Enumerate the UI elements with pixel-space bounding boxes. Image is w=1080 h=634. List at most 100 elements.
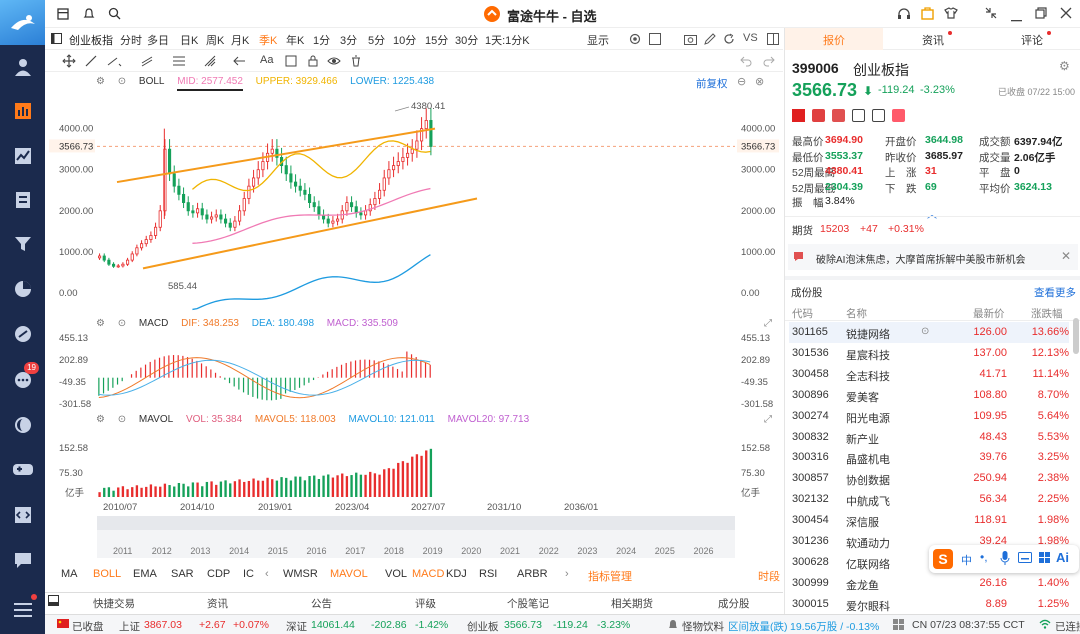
ime-punct-icon[interactable]: •, (980, 550, 988, 564)
menu-icon[interactable] (0, 588, 45, 632)
bottom-tab-2[interactable]: 公告 (311, 596, 332, 611)
period-tab-13[interactable]: 1天:1分K (485, 32, 530, 48)
period-tab-11[interactable]: 15分 (425, 32, 448, 48)
indicator-tab-11[interactable]: RSI (479, 568, 497, 580)
indicator-prev-icon[interactable]: ‹ (265, 568, 269, 580)
ime-mic-icon[interactable] (1000, 551, 1010, 568)
user-icon[interactable] (0, 45, 45, 89)
col-change[interactable]: 涨跌幅 (1031, 306, 1063, 321)
news-banner[interactable]: 破除AI泡沫焦虑，大摩首席拆解中美股市新机会 ✕ (788, 244, 1078, 270)
mavol-eye-icon[interactable]: ⊙ (118, 414, 126, 425)
settings-icon[interactable] (629, 33, 641, 48)
draw-icon[interactable] (704, 33, 716, 48)
news-headline[interactable]: 破除AI泡沫焦虑，大摩首席拆解中美股市新机会 (816, 251, 1025, 266)
tab-quote[interactable]: 报价 (823, 32, 845, 48)
display-menu[interactable]: 显示 (587, 32, 609, 48)
minimize-icon[interactable] (1011, 13, 1022, 25)
mavol-label[interactable]: MAVOL (139, 414, 173, 425)
note-badge-icon[interactable] (852, 109, 865, 122)
trade-icon[interactable] (0, 178, 45, 222)
collapse-icon[interactable] (985, 7, 997, 22)
discover-icon[interactable] (0, 403, 45, 447)
indicator-tab-1[interactable]: BOLL (93, 568, 121, 580)
period-tab-6[interactable]: 年K (286, 32, 304, 48)
close-icon[interactable] (1060, 7, 1072, 22)
lock-tool-icon[interactable] (307, 55, 319, 70)
delete-drawing-icon[interactable] (350, 55, 362, 70)
app-logo[interactable] (0, 0, 45, 45)
ime-keyboard-icon[interactable] (1018, 552, 1032, 566)
redo-icon[interactable] (763, 55, 775, 70)
channel-tool-icon[interactable] (141, 55, 153, 70)
overlay-toggle-icon[interactable] (649, 33, 661, 48)
news-close-icon[interactable]: ✕ (1061, 249, 1071, 263)
community-icon[interactable] (0, 312, 45, 356)
indicator-tab-12[interactable]: ARBR (517, 568, 548, 580)
period-tab-1[interactable]: 多日 (147, 32, 169, 48)
indicator-tab-4[interactable]: CDP (207, 568, 230, 580)
stock-settings-icon[interactable]: ⚙ (1059, 59, 1070, 73)
component-row[interactable]: 301165 锐捷网络 126.00 13.66% ⊙ (789, 322, 1069, 343)
code-icon[interactable] (0, 493, 45, 537)
headset-icon[interactable] (897, 7, 911, 23)
camera-icon[interactable] (684, 33, 697, 48)
split-view-icon[interactable] (767, 33, 779, 48)
panel-close-icon[interactable]: ⊗ (755, 75, 764, 88)
cy-index-name[interactable]: 创业板 (467, 619, 499, 634)
adjust-mode-button[interactable]: 前复权 (696, 76, 728, 91)
period-tab-7[interactable]: 1分 (313, 32, 330, 48)
period-tab-8[interactable]: 3分 (340, 32, 357, 48)
sogou-ime-icon[interactable]: S (933, 549, 953, 569)
period-tab-4[interactable]: 月K (231, 32, 249, 48)
period-tab-5[interactable]: 季K (259, 32, 277, 48)
ime-ai-icon[interactable]: Ai (1056, 550, 1069, 565)
move-icon[interactable] (62, 54, 76, 71)
market-icon[interactable] (0, 134, 45, 178)
ime-lang-icon[interactable]: 中 (961, 552, 972, 568)
chat-icon[interactable] (0, 538, 45, 582)
bottom-tab-5[interactable]: 相关期货 (611, 596, 653, 611)
refresh-icon[interactable] (723, 33, 735, 48)
indicator-tab-13[interactable]: 指标管理 (588, 568, 632, 584)
line-tool-icon[interactable] (85, 55, 97, 70)
bottom-tab-0[interactable]: 快捷交易 (93, 596, 135, 611)
bottom-tab-3[interactable]: 评级 (415, 596, 436, 611)
shirt-icon[interactable] (944, 7, 958, 22)
component-row[interactable]: 300015 爱尔眼科 8.89 1.25% (789, 594, 1069, 614)
component-row[interactable]: 300274 阳光电源 109.95 5.64% (789, 406, 1069, 427)
sz-index-name[interactable]: 深证 (286, 619, 307, 634)
game-icon[interactable] (0, 447, 45, 491)
ray-tool-icon[interactable] (107, 55, 123, 70)
boll-settings-icon[interactable]: ⚙ (96, 76, 105, 87)
macd-expand-icon[interactable]: ⤢ (764, 318, 772, 329)
sh-index-name[interactable]: 上证 (119, 619, 140, 634)
mavol-settings-icon[interactable]: ⚙ (96, 414, 105, 425)
macd-eye-icon[interactable]: ⊙ (118, 318, 126, 329)
watchlist-icon[interactable] (0, 89, 45, 133)
indicator-tab-3[interactable]: SAR (171, 568, 194, 580)
component-row[interactable]: 300896 爱美客 108.80 8.70% (789, 385, 1069, 406)
component-row[interactable]: 300458 全志科技 41.71 11.14% (789, 364, 1069, 385)
indicator-tab-8[interactable]: VOL (385, 568, 407, 580)
kline-chart-area[interactable]: 4000.00 4000.00 3000.00 3000.00 2000.00 2000.… (45, 72, 783, 562)
indicator-tab-14[interactable]: 时段 (758, 568, 780, 584)
undo-icon[interactable] (740, 55, 752, 70)
ticker-news-stock[interactable]: 怪物饮料 (682, 619, 724, 634)
component-row[interactable]: 300454 深信服 118.91 1.98% (789, 510, 1069, 531)
signal-badge-icon[interactable] (832, 109, 845, 122)
indicator-tab-10[interactable]: KDJ (446, 568, 467, 580)
vs-compare[interactable]: VS (743, 32, 758, 44)
alert-badge-icon[interactable] (812, 109, 825, 122)
text-tool-icon[interactable]: Aa (260, 54, 273, 66)
ime-toolbar[interactable]: S 中 •, Ai (929, 545, 1079, 573)
indicator-tab-9[interactable]: MACD (412, 568, 444, 580)
indicator-tab-6[interactable]: WMSR (283, 568, 318, 580)
period-tab-3[interactable]: 周K (206, 32, 224, 48)
favorite-badge-icon[interactable] (892, 109, 905, 122)
portfolio-icon[interactable] (0, 267, 45, 311)
macd-settings-icon[interactable]: ⚙ (96, 318, 105, 329)
component-row[interactable]: 301536 星宸科技 137.00 12.13% (789, 343, 1069, 364)
bookmark-badge-icon[interactable] (872, 109, 885, 122)
component-row[interactable]: 302132 中航成飞 56.34 2.25% (789, 489, 1069, 510)
fib-tool-icon[interactable] (172, 55, 186, 70)
